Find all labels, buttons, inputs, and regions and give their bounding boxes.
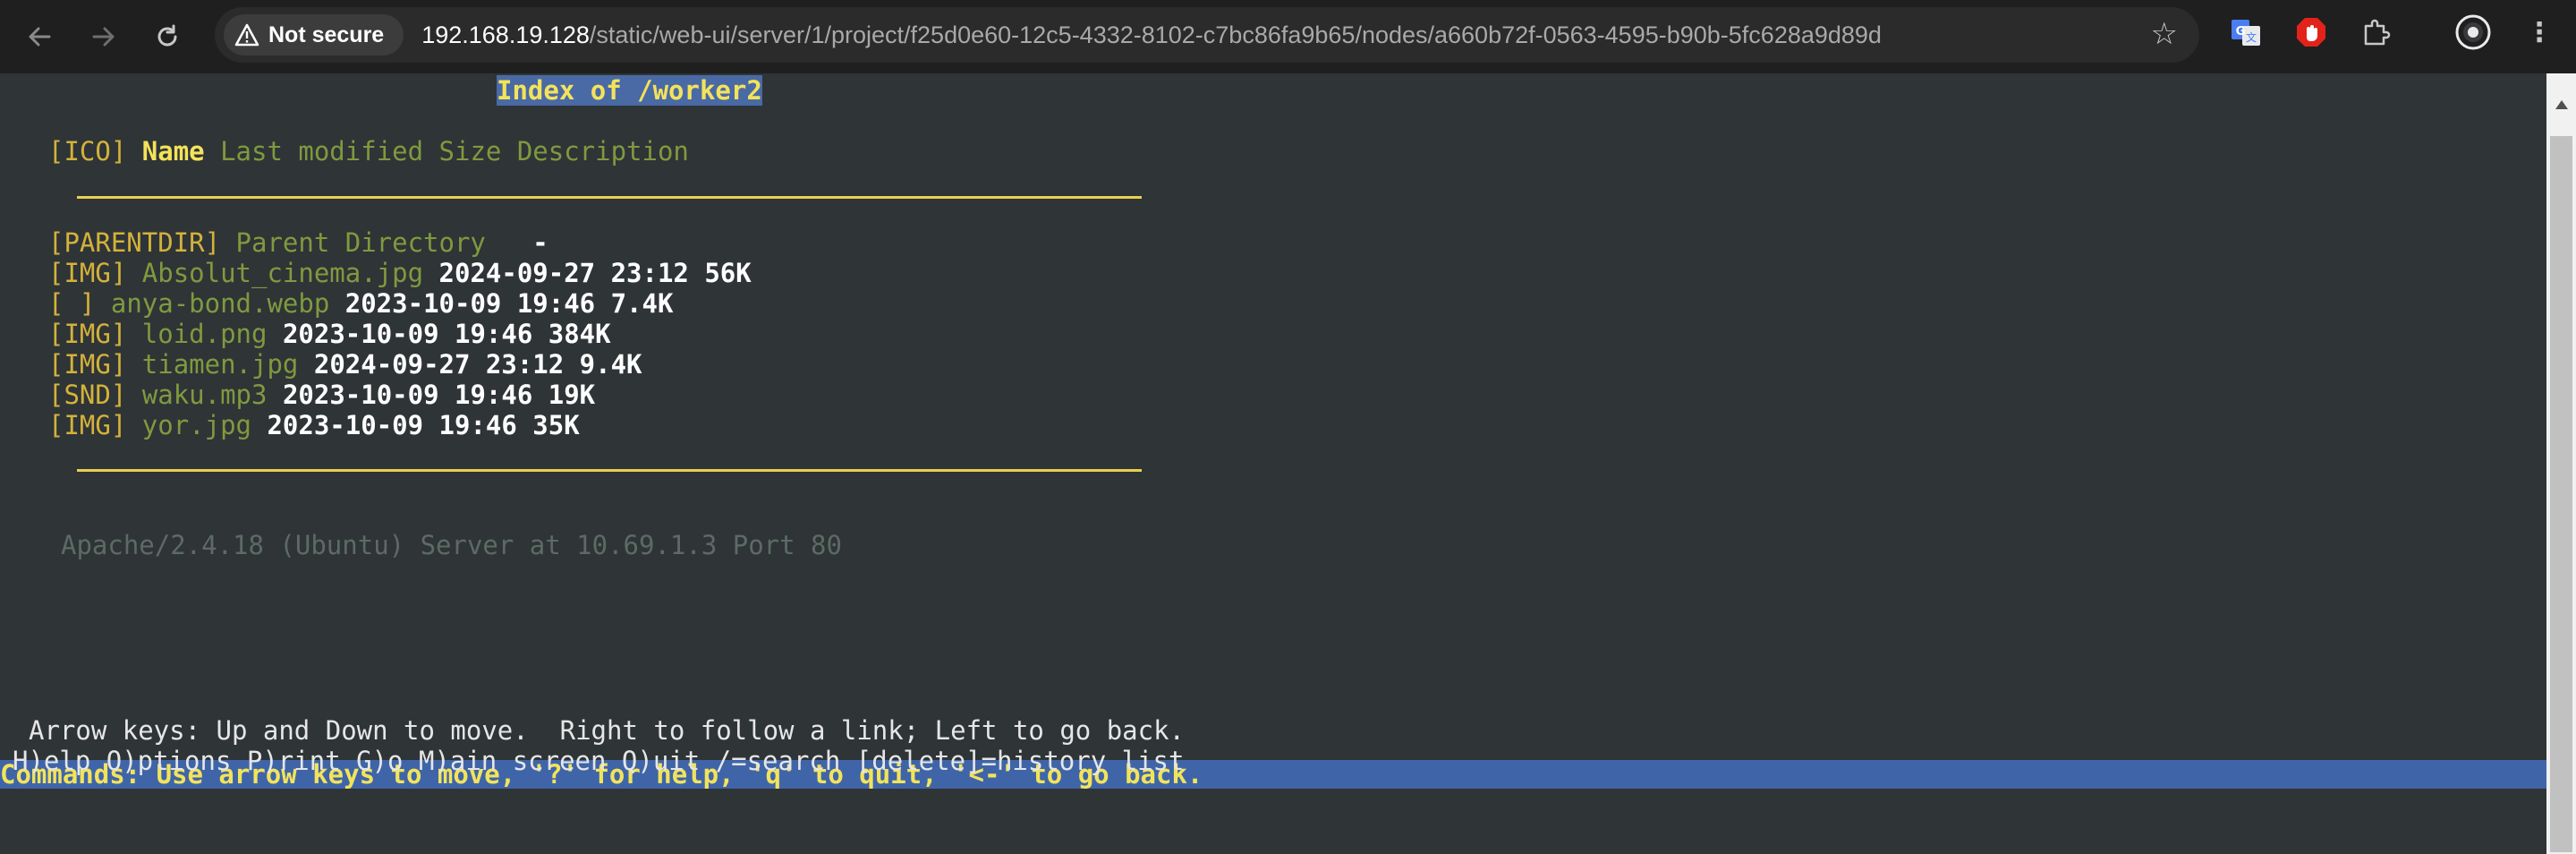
file-row: [IMG] yor.jpg 2023-10-09 19:46 35K: [48, 410, 580, 440]
file-tag: [ ]: [48, 288, 96, 319]
page-title: Index of /worker2: [497, 75, 762, 106]
header-ico: [ICO]: [48, 136, 127, 167]
address-bar[interactable]: Not secure 192.168.19.128/static/web-ui/…: [215, 7, 2199, 63]
file-link[interactable]: yor.jpg: [142, 410, 251, 440]
file-tag: [IMG]: [48, 258, 127, 288]
forward-icon[interactable]: [82, 15, 125, 58]
bottom-divider: [77, 469, 1142, 472]
top-divider: [77, 196, 1142, 199]
reload-icon[interactable]: [146, 15, 189, 58]
file-link[interactable]: Absolut_cinema.jpg: [142, 258, 423, 288]
scrollbar-thumb[interactable]: [2550, 136, 2572, 852]
url-host: 192.168.19.128: [421, 21, 590, 48]
column-header: [ICO] Name Last modified Size Descriptio…: [48, 136, 689, 167]
file-link[interactable]: tiamen.jpg: [142, 349, 299, 380]
file-info: 2024-09-27 23:12 9.4K: [313, 349, 642, 380]
star-icon[interactable]: ☆: [2151, 16, 2178, 52]
scroll-up-arrow-icon[interactable]: [2546, 73, 2576, 136]
warning-icon: [234, 23, 259, 47]
puzzle-icon[interactable]: [2359, 14, 2394, 50]
url-path: /static/web-ui/server/1/project/f25d0e60…: [589, 21, 1882, 48]
file-link[interactable]: anya-bond.webp: [111, 288, 329, 319]
file-link[interactable]: loid.png: [142, 319, 268, 349]
translate-icon[interactable]: G文: [2228, 14, 2264, 50]
file-info: 2023-10-09 19:46 19K: [282, 380, 596, 410]
vertical-scrollbar[interactable]: [2546, 73, 2576, 854]
lynx-terminal: Index of /worker2 [ICO] Name Last modifi…: [0, 73, 2546, 854]
file-info: 2023-10-09 19:46 35K: [267, 410, 580, 440]
file-tag: [IMG]: [48, 349, 127, 380]
adblock-icon[interactable]: [2293, 14, 2329, 50]
arrow-keys-help: Arrow keys: Up and Down to move. Right t…: [29, 715, 1186, 746]
header-name-link[interactable]: Name: [142, 136, 205, 167]
file-tag: [IMG]: [48, 319, 127, 349]
security-label: Not secure: [268, 21, 385, 47]
file-tag: [IMG]: [48, 410, 127, 440]
file-row: [IMG] Absolut_cinema.jpg 2024-09-27 23:1…: [48, 258, 752, 288]
server-signature: Apache/2.4.18 (Ubuntu) Server at 10.69.1…: [61, 530, 842, 560]
file-row: [IMG] tiamen.jpg 2024-09-27 23:12 9.4K: [48, 349, 642, 380]
profile-icon[interactable]: [2455, 14, 2491, 50]
file-info: 2023-10-09 19:46 384K: [282, 319, 611, 349]
svg-text:文: 文: [2246, 30, 2257, 44]
svg-text:G: G: [2236, 25, 2246, 38]
file-row: [IMG] loid.png 2023-10-09 19:46 384K: [48, 319, 611, 349]
menu-icon[interactable]: ⋮: [2521, 14, 2557, 50]
file-info: 2024-09-27 23:12 56K: [438, 258, 752, 288]
back-icon[interactable]: [18, 15, 61, 58]
parent-directory-link[interactable]: Parent Directory: [236, 227, 486, 258]
parent-tag: [PARENTDIR]: [48, 227, 221, 258]
header-rest: Last modified Size Description: [220, 136, 689, 167]
file-link[interactable]: waku.mp3: [142, 380, 268, 410]
security-chip[interactable]: Not secure: [224, 14, 404, 56]
file-info: 2023-10-09 19:46 7.4K: [344, 288, 674, 319]
browser-toolbar: Not secure 192.168.19.128/static/web-ui/…: [0, 0, 2576, 73]
file-tag: [SND]: [48, 380, 127, 410]
file-row: [ ] anya-bond.webp 2023-10-09 19:46 7.4K: [48, 288, 673, 319]
url-text[interactable]: 192.168.19.128/static/web-ui/server/1/pr…: [421, 21, 1882, 49]
parent-directory-row: [PARENTDIR] Parent Directory -: [48, 227, 548, 258]
file-row: [SND] waku.mp3 2023-10-09 19:46 19K: [48, 380, 595, 410]
parent-size: -: [532, 227, 548, 258]
menu-help: H)elp O)ptions P)rint G)o M)ain screen Q…: [13, 746, 1185, 776]
